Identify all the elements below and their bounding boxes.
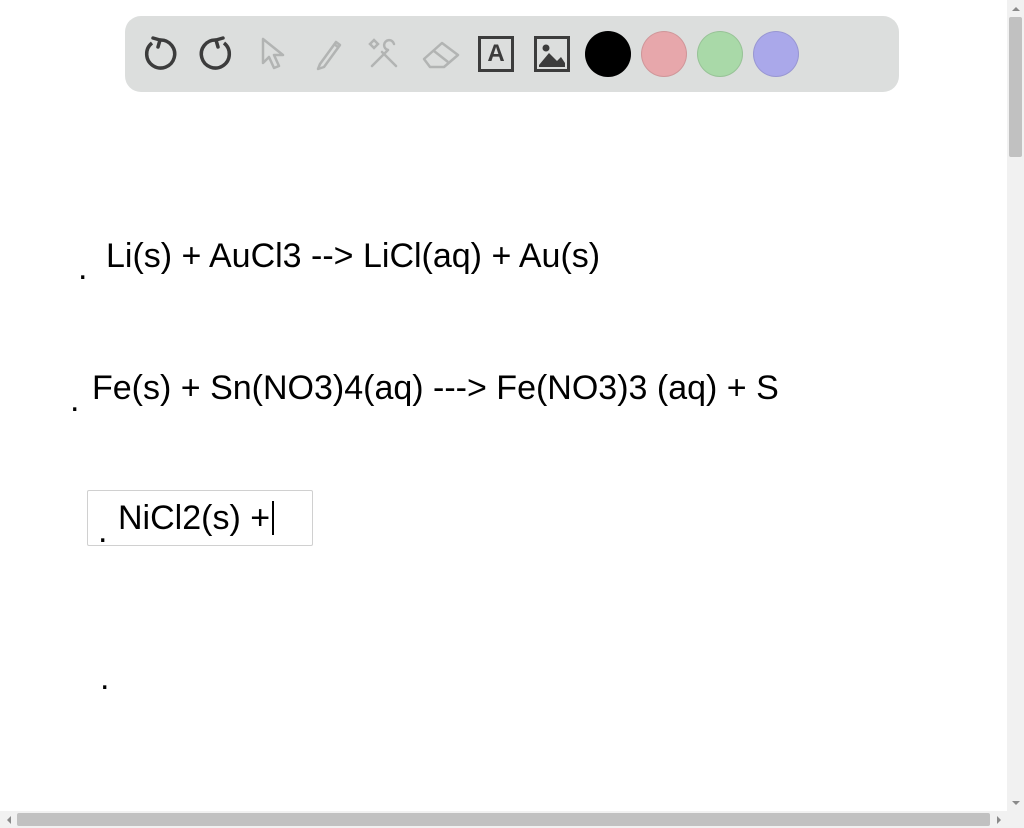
color-black-button[interactable] <box>583 22 633 86</box>
pencil-icon <box>310 34 346 74</box>
bullet-1: . <box>78 250 87 287</box>
redo-button[interactable] <box>191 22 241 86</box>
scroll-left-button[interactable] <box>0 811 17 828</box>
scroll-area: A <box>0 0 1007 811</box>
text-icon-label: A <box>487 40 504 68</box>
chevron-left-icon <box>4 815 14 825</box>
eraser-icon <box>418 37 462 71</box>
tools-button[interactable] <box>359 22 409 86</box>
color-black-swatch <box>585 31 631 77</box>
bullet-4: . <box>100 660 109 697</box>
equation-3-text: NiCl2(s) + <box>118 499 270 537</box>
chevron-down-icon <box>1011 798 1021 808</box>
color-purple-swatch <box>753 31 799 77</box>
equation-3[interactable]: NiCl2(s) + <box>118 500 274 537</box>
canvas[interactable]: . Li(s) + AuCl3 --> LiCl(aq) + Au(s) . F… <box>0 120 1007 811</box>
equation-1[interactable]: Li(s) + AuCl3 --> LiCl(aq) + Au(s) <box>106 238 600 275</box>
equation-2[interactable]: Fe(s) + Sn(NO3)4(aq) ---> Fe(NO3)3 (aq) … <box>92 370 779 407</box>
undo-icon <box>141 35 179 73</box>
bullet-3: . <box>98 513 107 550</box>
redo-icon <box>197 35 235 73</box>
scroll-down-button[interactable] <box>1007 794 1024 811</box>
horizontal-scroll-thumb[interactable] <box>17 813 990 826</box>
pointer-button[interactable] <box>247 22 297 86</box>
undo-button[interactable] <box>135 22 185 86</box>
text-cursor <box>272 501 274 535</box>
whiteboard-app: A <box>0 0 1024 828</box>
vertical-scrollbar[interactable] <box>1007 0 1024 811</box>
scroll-up-button[interactable] <box>1007 0 1024 17</box>
text-icon: A <box>478 36 514 72</box>
bullet-2: . <box>70 382 79 419</box>
toolbar: A <box>125 16 899 92</box>
chevron-up-icon <box>1011 4 1021 14</box>
image-button[interactable] <box>527 22 577 86</box>
scroll-right-button[interactable] <box>990 811 1007 828</box>
color-pink-swatch <box>641 31 687 77</box>
color-purple-button[interactable] <box>751 22 801 86</box>
color-green-button[interactable] <box>695 22 745 86</box>
vertical-scroll-thumb[interactable] <box>1009 17 1022 157</box>
image-icon <box>534 36 570 72</box>
text-button[interactable]: A <box>471 22 521 86</box>
color-pink-button[interactable] <box>639 22 689 86</box>
horizontal-scrollbar[interactable] <box>0 811 1007 828</box>
color-green-swatch <box>697 31 743 77</box>
chevron-right-icon <box>994 815 1004 825</box>
tools-icon <box>364 34 404 74</box>
scrollbar-corner <box>1007 811 1024 828</box>
eraser-button[interactable] <box>415 22 465 86</box>
pointer-icon <box>255 35 289 73</box>
pencil-button[interactable] <box>303 22 353 86</box>
